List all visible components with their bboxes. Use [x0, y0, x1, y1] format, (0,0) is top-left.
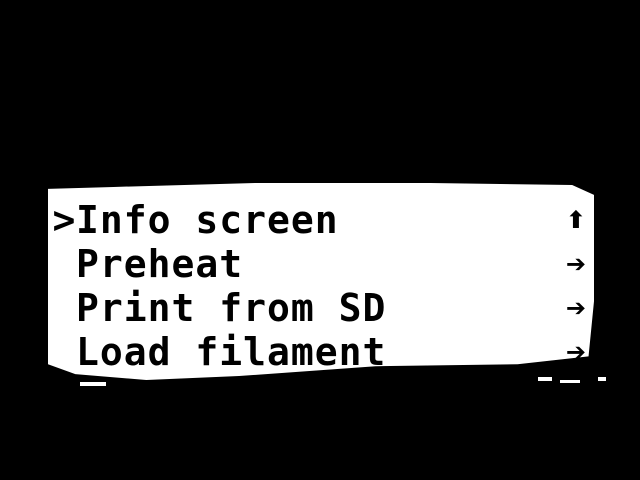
menu-item-print-from-sd[interactable]: Print from SD ➔ [52, 286, 592, 330]
lcd-screen: > Info screen ⬆ Preheat ➔ Print from SD … [0, 0, 640, 480]
screen-noise [560, 380, 580, 383]
menu-item-label: Preheat [76, 242, 244, 286]
screen-noise [598, 377, 606, 381]
menu-item-preheat[interactable]: Preheat ➔ [52, 242, 592, 286]
menu-item-load-filament[interactable]: Load filament ➔ [52, 330, 592, 374]
screen-noise [80, 382, 106, 386]
main-menu: > Info screen ⬆ Preheat ➔ Print from SD … [52, 198, 592, 374]
menu-item-info-screen[interactable]: > Info screen ⬆ [52, 198, 592, 242]
screen-noise [538, 377, 552, 381]
submenu-arrow-icon: ➔ [565, 250, 586, 278]
menu-item-label: Load filament [76, 330, 387, 374]
submenu-arrow-icon: ➔ [565, 294, 586, 322]
menu-item-label: Print from SD [76, 286, 387, 330]
scroll-up-icon: ⬆ [565, 206, 586, 234]
menu-item-label: Info screen [76, 198, 339, 242]
submenu-arrow-icon: ➔ [565, 338, 586, 366]
selection-cursor: > [52, 198, 76, 242]
